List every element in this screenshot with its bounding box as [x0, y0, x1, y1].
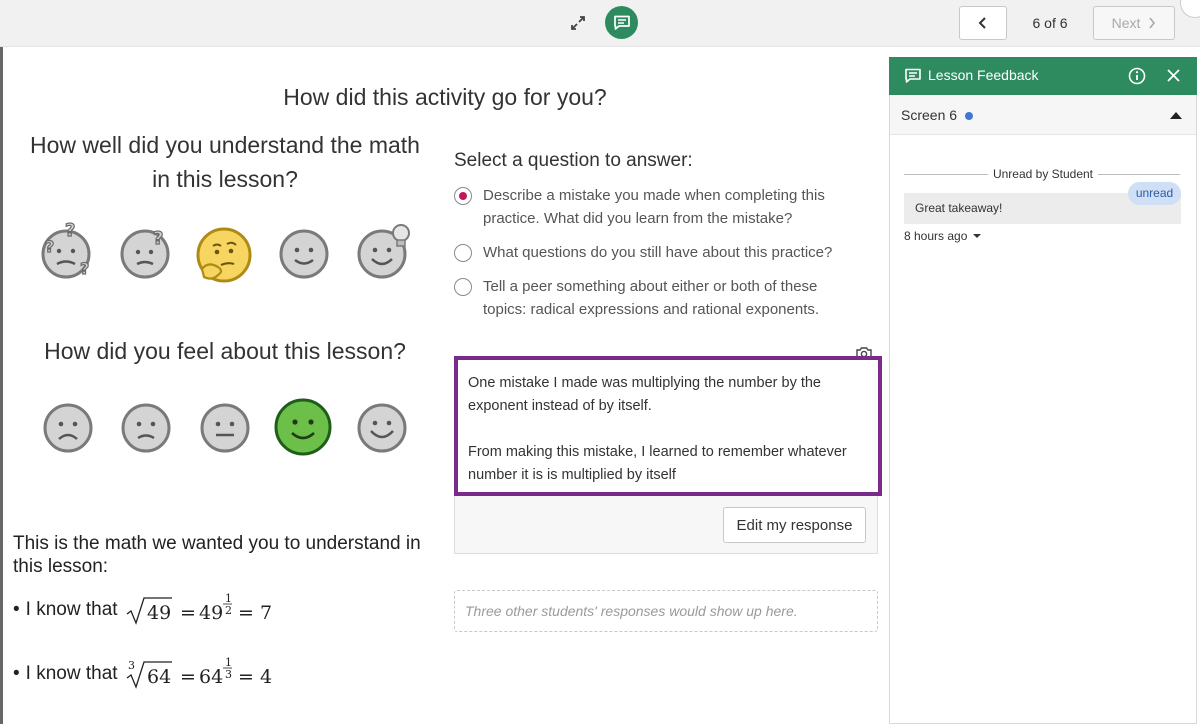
- equals-sign: =: [180, 602, 196, 624]
- neutral-face-icon[interactable]: [199, 402, 251, 454]
- base: 64: [199, 666, 223, 688]
- comment-timestamp[interactable]: 8 hours ago: [904, 229, 982, 243]
- sad-face-icon[interactable]: [120, 402, 172, 454]
- exponent-denominator: 2: [225, 604, 232, 617]
- svg-text:?: ?: [65, 220, 75, 241]
- chat-icon: [905, 68, 921, 83]
- response-paragraph: From making this mistake, I learned to r…: [468, 444, 847, 483]
- screen-section-header[interactable]: Screen 6: [890, 95, 1196, 135]
- option-label: Describe a mistake you made when complet…: [483, 187, 825, 227]
- info-icon[interactable]: [1128, 67, 1146, 85]
- confused-face-icon[interactable]: ?: [118, 224, 174, 280]
- page-counter: 6 of 6: [1032, 15, 1068, 31]
- base: 49: [199, 602, 223, 624]
- feedback-panel-header: Lesson Feedback: [889, 57, 1197, 95]
- very-confused-face-icon[interactable]: ? ? ?: [35, 220, 97, 282]
- chevron-right-icon: [1149, 17, 1156, 29]
- radio-button[interactable]: [454, 278, 472, 296]
- unread-badge: unread: [1128, 182, 1181, 205]
- exponent-denominator: 3: [225, 668, 232, 681]
- other-responses-placeholder: Three other students' responses would sh…: [454, 590, 878, 632]
- next-label: Next: [1111, 15, 1141, 31]
- previous-screen-button[interactable]: [959, 6, 1007, 40]
- bullet: •: [13, 599, 20, 620]
- feeling-question: How did you feel about this lesson?: [44, 338, 406, 364]
- unread-dot: [965, 112, 973, 120]
- collapse-triangle-icon[interactable]: [1169, 110, 1183, 120]
- radical-sqrt-expression: 49 = 49 1 2 = 7: [126, 592, 272, 625]
- window-close-button[interactable]: [1180, 0, 1200, 18]
- panel-title: Lesson Feedback: [928, 67, 1039, 83]
- idea-face-icon[interactable]: [356, 220, 414, 280]
- caret-down-icon: [973, 234, 982, 238]
- math-intro: This is the math we wanted you to unders…: [13, 533, 421, 577]
- smile-face-icon[interactable]: [273, 397, 333, 457]
- student-response: One mistake I made was multiplying the n…: [454, 356, 882, 496]
- math-statement-cbrt: • I know that 3 64 = 64 1 3 = 4: [13, 656, 282, 692]
- response-paragraph: One mistake I made was multiplying the n…: [468, 375, 821, 414]
- equals-sign: =: [180, 666, 196, 688]
- thinking-face-icon[interactable]: [196, 225, 254, 287]
- next-screen-button[interactable]: Next: [1093, 6, 1175, 40]
- unread-divider: Unread by Student: [904, 167, 1180, 183]
- close-icon[interactable]: [1166, 68, 1181, 83]
- radio-button[interactable]: [454, 244, 472, 262]
- statement-prefix: I know that: [25, 663, 118, 684]
- radio-button-selected[interactable]: [454, 187, 472, 205]
- edit-response-button[interactable]: Edit my response: [723, 507, 866, 543]
- svg-text:?: ?: [153, 228, 163, 249]
- question-option-3[interactable]: Tell a peer something about either or bo…: [454, 275, 843, 321]
- svg-text:?: ?: [80, 259, 89, 278]
- neutral-smile-face-icon[interactable]: [278, 228, 330, 280]
- svg-text:?: ?: [45, 237, 54, 256]
- window-edge: [0, 47, 3, 724]
- math-statement-sqrt: • I know that 49 = 49 1 2 = 7: [13, 592, 282, 628]
- timestamp-label: 8 hours ago: [904, 229, 968, 243]
- radical-cbrt-expression: 3 64 = 64 1 3 = 4: [126, 656, 272, 689]
- feedback-panel: [889, 57, 1197, 724]
- chat-icon: [613, 15, 630, 30]
- bullet: •: [13, 663, 20, 684]
- option-label: What questions do you still have about t…: [483, 244, 833, 261]
- statement-prefix: I know that: [25, 599, 118, 620]
- unread-divider-label: Unread by Student: [990, 167, 1096, 181]
- screen-label: Screen 6: [901, 107, 958, 123]
- result: = 7: [238, 602, 272, 624]
- page-title: How did this activity go for you?: [283, 84, 607, 110]
- question-option-2[interactable]: What questions do you still have about t…: [454, 241, 843, 264]
- top-bar: ​ 6 of 6 Next: [0, 0, 1200, 47]
- result: = 4: [238, 666, 272, 688]
- frown-face-icon[interactable]: [42, 402, 94, 454]
- happy-face-icon[interactable]: [356, 402, 408, 454]
- radicand: 64: [147, 666, 171, 688]
- chevron-left-icon: [978, 17, 986, 29]
- expand-icon[interactable]: [568, 13, 588, 33]
- feedback-toggle-button[interactable]: [605, 6, 638, 39]
- question-select-label: Select a question to answer:: [454, 150, 693, 171]
- radicand: 49: [147, 602, 171, 624]
- root-index: 3: [128, 659, 135, 672]
- option-label: Tell a peer something about either or bo…: [483, 278, 820, 318]
- question-option-1[interactable]: Describe a mistake you made when complet…: [454, 184, 843, 230]
- understanding-question: How well did you understand the math in …: [30, 132, 420, 192]
